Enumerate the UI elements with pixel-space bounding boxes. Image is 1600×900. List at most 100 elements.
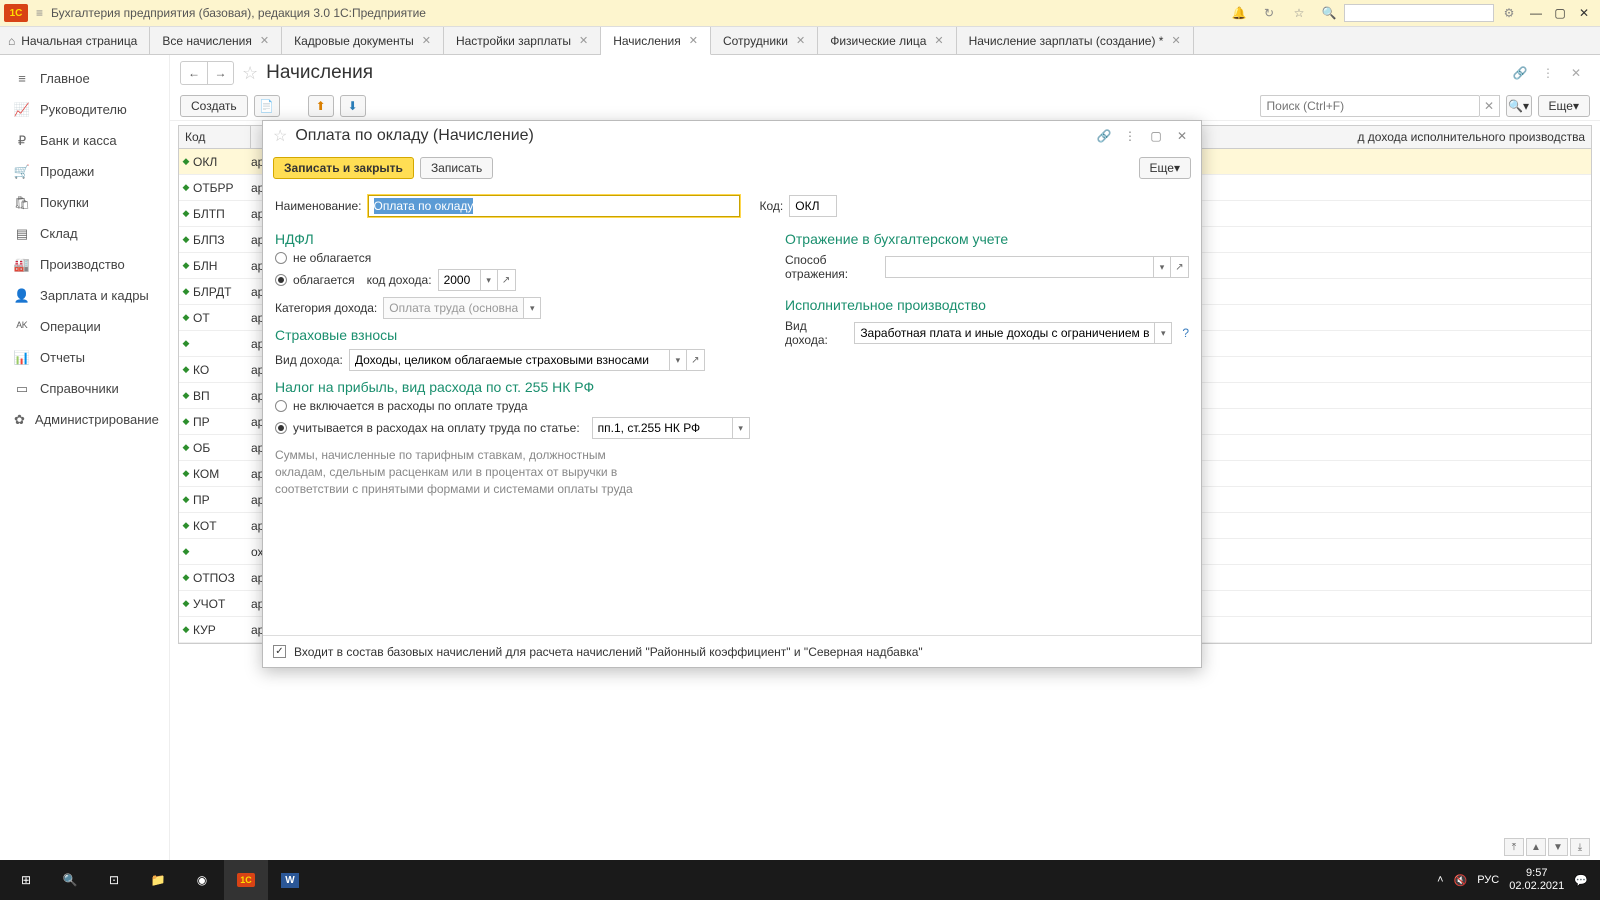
start-button[interactable]: ⊞ xyxy=(4,860,48,900)
nav-forward-button[interactable]: → xyxy=(207,62,233,84)
accounting-method-open-button[interactable]: ↗ xyxy=(1171,256,1189,278)
kebab-icon[interactable]: ⋮ xyxy=(1538,66,1558,80)
tab-close-icon[interactable]: ✕ xyxy=(579,34,588,47)
scroll-bottom-button[interactable]: ⤓ xyxy=(1570,838,1590,856)
favorite-star-icon[interactable]: ☆ xyxy=(242,63,258,84)
tab-4[interactable]: Сотрудники✕ xyxy=(711,27,818,54)
download-button[interactable]: ⬇ xyxy=(340,95,366,117)
dialog-more-button[interactable]: Еще ▾ xyxy=(1139,157,1191,179)
tab-home[interactable]: ⌂ Начальная страница xyxy=(0,27,150,54)
scroll-top-button[interactable]: ⤒ xyxy=(1504,838,1524,856)
nav-back-button[interactable]: ← xyxy=(181,62,207,84)
chrome-button[interactable]: ◉ xyxy=(180,860,224,900)
tab-3[interactable]: Начисления✕ xyxy=(601,27,711,55)
search-clear-button[interactable]: ✕ xyxy=(1480,95,1500,117)
tab-close-icon[interactable]: ✕ xyxy=(422,34,431,47)
sidebar-item-7[interactable]: 👤Зарплата и кадры xyxy=(0,280,169,311)
save-button[interactable]: Записать xyxy=(420,157,493,179)
ndfl-code-input[interactable] xyxy=(438,269,480,291)
category-dropdown: ▾ xyxy=(523,297,541,319)
settings-icon[interactable]: ⚙ xyxy=(1500,4,1518,22)
ndfl-taxed-radio[interactable] xyxy=(275,274,287,286)
dialog-kebab-icon[interactable]: ⋮ xyxy=(1121,129,1139,143)
create-button[interactable]: Создать xyxy=(180,95,248,117)
tab-close-icon[interactable]: ✕ xyxy=(934,34,943,47)
profit-article-input[interactable] xyxy=(592,417,732,439)
tray-notifications-icon[interactable]: 💬 xyxy=(1574,874,1588,887)
tab-close-icon[interactable]: ✕ xyxy=(796,34,805,47)
history-icon[interactable]: ↻ xyxy=(1260,4,1278,22)
sidebar-item-1[interactable]: 📈Руководителю xyxy=(0,94,169,125)
sidebar-item-8[interactable]: ᴬᴷОперации xyxy=(0,311,169,342)
link-icon[interactable]: 🔗 xyxy=(1510,66,1530,80)
base-accrual-checkbox[interactable] xyxy=(273,645,286,658)
insurance-kind-input[interactable] xyxy=(349,349,669,371)
explorer-button[interactable]: 📁 xyxy=(136,860,180,900)
profit-article-dropdown[interactable]: ▾ xyxy=(732,417,750,439)
tab-close-icon[interactable]: ✕ xyxy=(1171,34,1180,47)
exec-kind-input[interactable] xyxy=(854,322,1154,344)
sidebar-item-3[interactable]: 🛒Продажи xyxy=(0,156,169,187)
ndfl-code-open-button[interactable]: ↗ xyxy=(498,269,516,291)
sidebar-item-5[interactable]: ▤Склад xyxy=(0,218,169,249)
global-search-input[interactable] xyxy=(1344,4,1494,22)
search-button[interactable]: 🔍▾ xyxy=(1506,95,1532,117)
code-input[interactable] xyxy=(789,195,837,217)
tray-volume-icon[interactable]: 🔇 xyxy=(1454,874,1468,887)
tab-2[interactable]: Настройки зарплаты✕ xyxy=(444,27,601,54)
col-header-code[interactable]: Код xyxy=(179,126,251,148)
sidebar-icon: ▤ xyxy=(14,226,30,242)
scroll-up-button[interactable]: ▲ xyxy=(1526,838,1546,856)
tab-close-icon[interactable]: ✕ xyxy=(260,34,269,47)
bell-icon[interactable]: 🔔 xyxy=(1230,4,1248,22)
tray-language[interactable]: РУС xyxy=(1477,874,1499,886)
insurance-kind-open-button[interactable]: ↗ xyxy=(687,349,705,371)
sidebar-item-6[interactable]: 🏭Производство xyxy=(0,249,169,280)
copy-button[interactable]: 📄 xyxy=(254,95,280,117)
taskbar-search-button[interactable]: 🔍 xyxy=(48,860,92,900)
profit-yes-radio[interactable] xyxy=(275,422,287,434)
upload-button[interactable]: ⬆ xyxy=(308,95,334,117)
tab-5[interactable]: Физические лица✕ xyxy=(818,27,956,54)
tab-1[interactable]: Кадровые документы✕ xyxy=(282,27,444,54)
tray-clock[interactable]: 9:57 02.02.2021 xyxy=(1509,867,1564,893)
word-button[interactable]: W xyxy=(268,860,312,900)
sidebar-item-4[interactable]: 🛍Покупки xyxy=(0,187,169,218)
dialog-link-icon[interactable]: 🔗 xyxy=(1095,129,1113,143)
sidebar-item-2[interactable]: ₽Банк и касса xyxy=(0,125,169,156)
sidebar-item-10[interactable]: ▭Справочники xyxy=(0,373,169,404)
dialog-close-icon[interactable]: ✕ xyxy=(1173,129,1191,143)
tray-chevron-icon[interactable]: ˄ xyxy=(1437,874,1443,886)
name-input[interactable]: Оплата по окладу xyxy=(368,195,740,217)
1c-taskbar-button[interactable]: 1С xyxy=(224,860,268,900)
dialog-maximize-icon[interactable]: ▢ xyxy=(1147,129,1165,143)
star-icon[interactable]: ☆ xyxy=(1290,4,1308,22)
sidebar-label: Зарплата и кадры xyxy=(40,288,149,303)
menu-burger-icon[interactable]: ≡ xyxy=(36,6,43,20)
tab-6[interactable]: Начисление зарплаты (создание) *✕ xyxy=(957,27,1194,54)
tab-0[interactable]: Все начисления✕ xyxy=(150,27,282,54)
exec-kind-help-icon[interactable]: ? xyxy=(1182,326,1189,340)
accounting-method-input[interactable] xyxy=(885,256,1153,278)
scroll-down-button[interactable]: ▼ xyxy=(1548,838,1568,856)
list-search-input[interactable] xyxy=(1260,95,1480,117)
page-close-icon[interactable]: ✕ xyxy=(1566,66,1586,80)
accounting-method-dropdown[interactable]: ▾ xyxy=(1153,256,1171,278)
task-view-button[interactable]: ⊡ xyxy=(92,860,136,900)
ndfl-code-dropdown[interactable]: ▾ xyxy=(480,269,498,291)
exec-kind-dropdown[interactable]: ▾ xyxy=(1154,322,1172,344)
sidebar-item-9[interactable]: 📊Отчеты xyxy=(0,342,169,373)
minimize-button[interactable]: — xyxy=(1528,6,1544,20)
dialog-star-icon[interactable]: ☆ xyxy=(273,126,287,146)
maximize-button[interactable]: ▢ xyxy=(1552,6,1568,20)
sidebar-item-0[interactable]: ≡Главное xyxy=(0,63,169,94)
profit-not-radio[interactable] xyxy=(275,400,287,412)
search-icon[interactable]: 🔍 xyxy=(1320,4,1338,22)
tab-close-icon[interactable]: ✕ xyxy=(689,34,698,47)
sidebar-item-11[interactable]: ✿Администрирование xyxy=(0,404,169,435)
insurance-kind-dropdown[interactable]: ▾ xyxy=(669,349,687,371)
close-button[interactable]: ✕ xyxy=(1576,6,1592,20)
save-and-close-button[interactable]: Записать и закрыть xyxy=(273,157,414,179)
ndfl-not-taxed-radio[interactable] xyxy=(275,252,287,264)
more-button[interactable]: Еще ▾ xyxy=(1538,95,1590,117)
